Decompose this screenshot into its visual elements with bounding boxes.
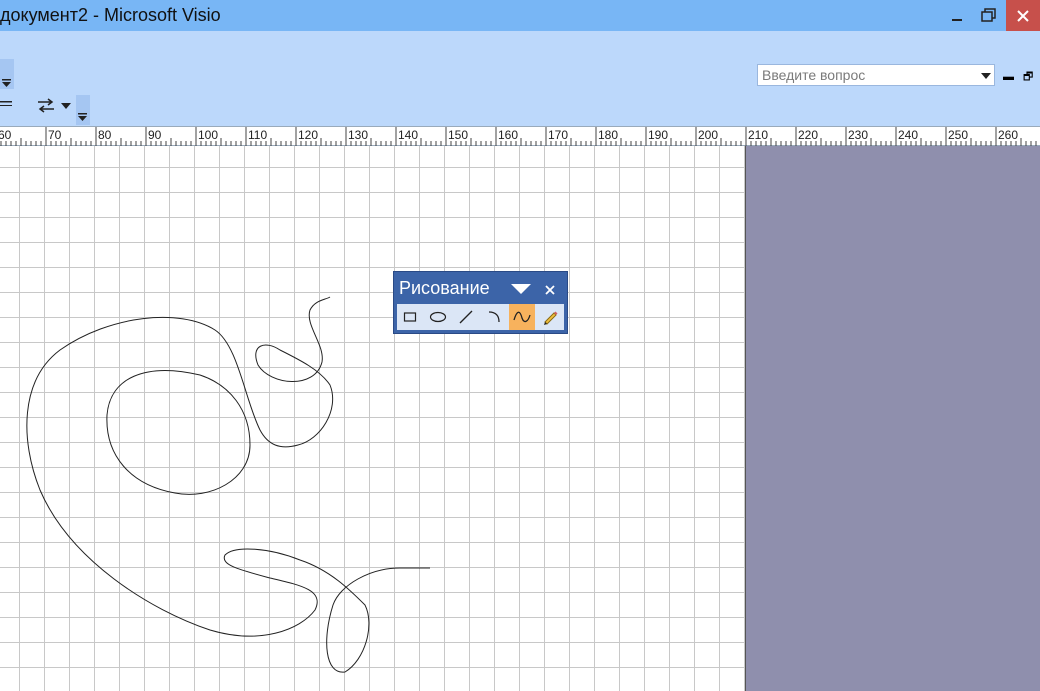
chevron-down-icon[interactable] — [980, 70, 992, 82]
minimize-icon — [952, 18, 962, 21]
line-tool[interactable] — [453, 304, 479, 330]
ruler-label: 90 — [148, 128, 162, 142]
doc-minimize-button[interactable]: ▬ — [1003, 71, 1014, 83]
drawing-tools — [397, 304, 564, 330]
ellipse-icon — [429, 311, 447, 323]
restore-icon — [981, 7, 996, 22]
ruler-label: 150 — [448, 128, 468, 142]
toolbar-chevron[interactable] — [0, 59, 14, 89]
menu-toolbar-area: Введите вопрос ▬ 🗗 — [0, 31, 1040, 126]
close-button[interactable] — [1006, 0, 1040, 31]
help-search-placeholder: Введите вопрос — [762, 67, 866, 83]
ruler-label: 80 — [98, 128, 112, 142]
minimize-button[interactable] — [940, 0, 974, 31]
freeform-tool[interactable] — [509, 304, 535, 330]
ruler-label: 220 — [798, 128, 818, 142]
ruler-label: 110 — [248, 128, 267, 142]
ruler-ticks: 60 70 80 90 100 110 120 130 140 150 160 170 180 190 20… — [0, 127, 1037, 146]
drawing-toolbar[interactable]: Рисование — [393, 271, 568, 334]
ruler-label: 190 — [648, 128, 668, 142]
ruler-label: 70 — [48, 128, 62, 142]
restore-button[interactable] — [972, 0, 1006, 31]
rectangle-tool[interactable] — [397, 304, 423, 330]
close-icon — [1017, 9, 1029, 22]
title-bar: документ2 - Microsoft Visio — [0, 0, 1040, 31]
toolbar-close-button[interactable] — [545, 279, 555, 299]
ruler-label: 230 — [848, 128, 868, 142]
help-search-input[interactable]: Введите вопрос — [757, 64, 995, 86]
rectangle-icon — [403, 312, 417, 322]
ruler-label: 180 — [598, 128, 618, 142]
chevron-down-icon — [78, 113, 87, 121]
connector-icon[interactable] — [36, 97, 56, 115]
ruler-label: 160 — [498, 128, 518, 142]
doc-restore-button[interactable]: 🗗 — [1023, 68, 1033, 87]
ruler-label: 250 — [948, 128, 968, 142]
ruler-label: 100 — [198, 128, 218, 142]
ruler-label: 260 — [998, 128, 1018, 142]
off-page-area — [746, 146, 1040, 691]
close-icon — [545, 285, 555, 295]
pencil-icon — [544, 311, 558, 325]
horizontal-ruler: 60 70 80 90 100 110 120 130 140 150 160 170 180 190 20… — [0, 126, 1040, 146]
drawing-toolbar-title: Рисование — [399, 278, 490, 298]
chevron-down-icon[interactable] — [60, 101, 72, 111]
freeform-curve[interactable] — [0, 146, 746, 691]
ruler-label: 240 — [898, 128, 918, 142]
ruler-label: 60 — [0, 128, 12, 142]
pencil-tool[interactable] — [537, 304, 563, 330]
ruler-label: 200 — [698, 128, 718, 142]
window-title: документ2 - Microsoft Visio — [0, 5, 221, 25]
line-icon — [459, 310, 473, 324]
ellipse-tool[interactable] — [425, 304, 451, 330]
ruler-label: 210 — [748, 128, 768, 142]
ruler-label: 170 — [548, 128, 568, 142]
ruler-label: 130 — [348, 128, 368, 142]
chevron-down-icon — [2, 79, 11, 87]
ruler-label: 120 — [298, 128, 318, 142]
toolbar-options-dropdown[interactable] — [510, 283, 532, 295]
toolbar-chevron-2[interactable] — [76, 95, 90, 125]
arc-tool[interactable] — [481, 304, 507, 330]
arc-icon — [488, 311, 500, 323]
ruler-label: 140 — [398, 128, 418, 142]
freeform-icon — [513, 311, 531, 323]
